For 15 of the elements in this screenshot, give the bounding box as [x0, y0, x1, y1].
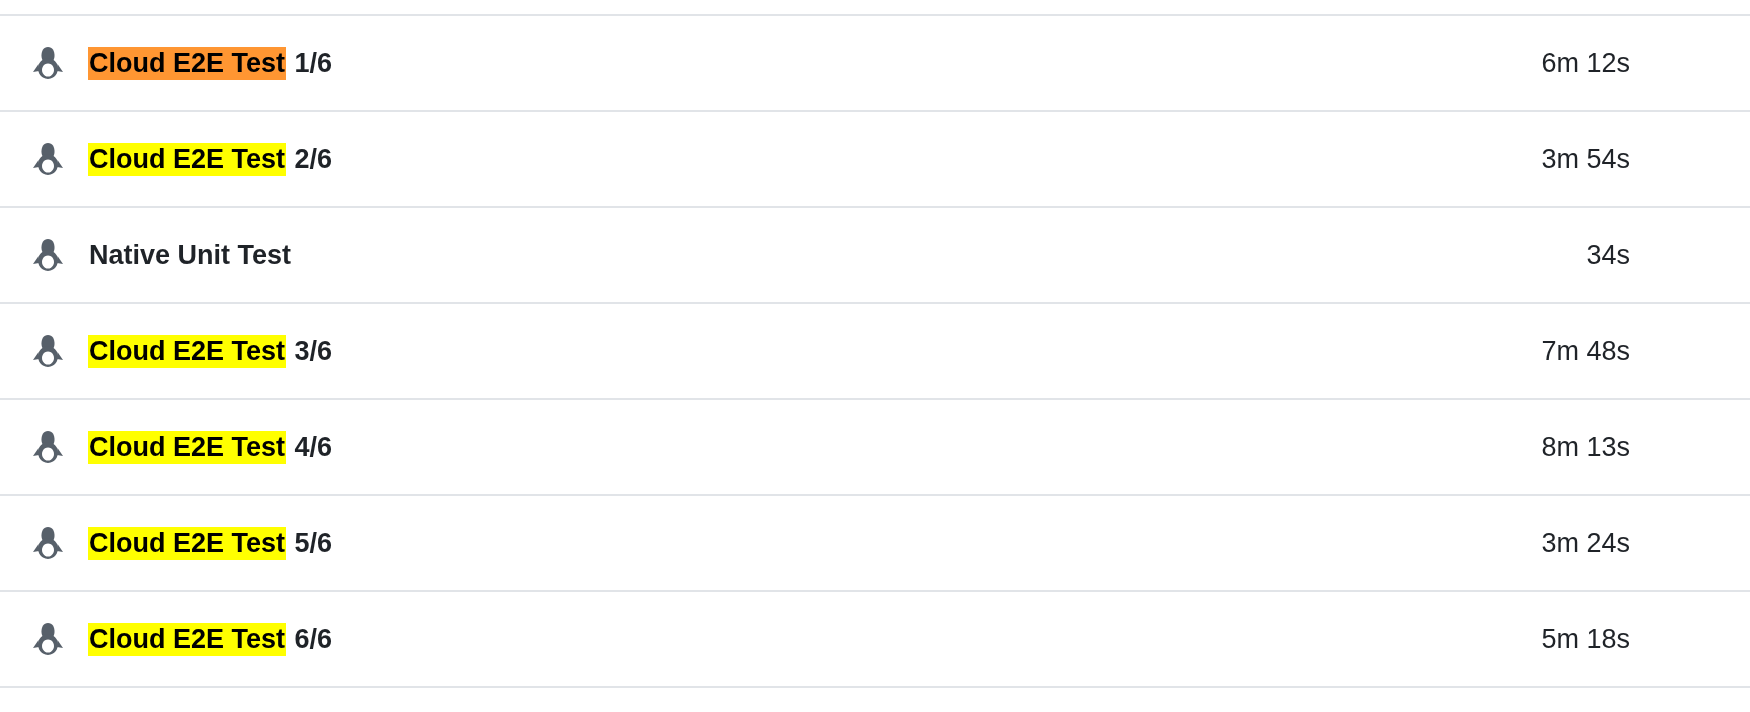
penguin-icon — [33, 239, 63, 271]
penguin-icon — [33, 431, 63, 463]
job-duration: 3m 24s — [1541, 526, 1630, 560]
job-name[interactable]: Native Unit Test — [88, 238, 293, 272]
job-duration: 8m 13s — [1541, 430, 1630, 464]
penguin-icon — [33, 143, 63, 175]
penguin-icon — [33, 335, 63, 367]
job-duration: 3m 54s — [1541, 142, 1630, 176]
job-duration: 7m 48s — [1541, 334, 1630, 368]
job-duration: 5m 18s — [1541, 622, 1630, 656]
job-duration: 34s — [1586, 238, 1630, 272]
penguin-icon — [33, 623, 63, 655]
job-duration: 6m 12s — [1541, 46, 1630, 80]
penguin-icon — [33, 527, 63, 559]
penguin-icon — [33, 47, 63, 79]
